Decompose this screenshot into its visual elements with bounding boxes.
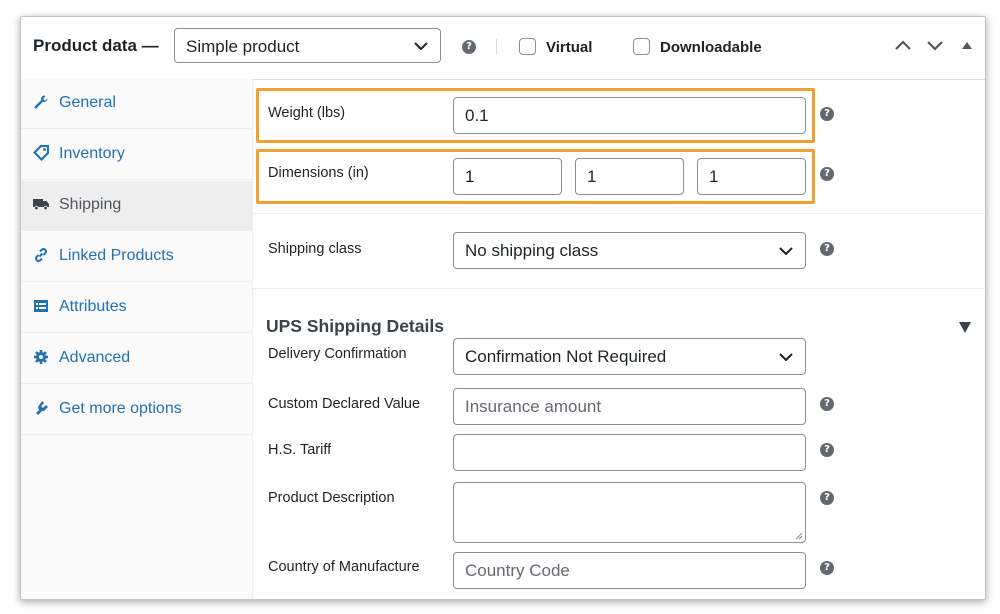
- declared-value-help-icon[interactable]: ?: [820, 397, 834, 411]
- shipping-panel: Weight (lbs) 0.1 ? Dimensions (in) 1 1 1…: [253, 79, 985, 599]
- height-value: 1: [709, 167, 719, 186]
- country-help-icon[interactable]: ?: [820, 561, 834, 575]
- link-icon: [35, 248, 47, 262]
- tab-get-more-options[interactable]: Get more options: [21, 385, 252, 435]
- virtual-label: Virtual: [546, 39, 593, 56]
- hs-tariff-help-icon[interactable]: ?: [820, 443, 834, 457]
- plugin-icon: [36, 401, 48, 415]
- header-divider: [496, 39, 497, 55]
- tab-attributes-label: Attributes: [59, 298, 127, 315]
- declared-value-placeholder: Insurance amount: [465, 397, 602, 416]
- tab-inventory-label: Inventory: [59, 145, 125, 162]
- gear-icon: [34, 350, 48, 364]
- move-up-icon[interactable]: [894, 39, 912, 51]
- product-description-label: Product Description: [268, 490, 395, 506]
- row-divider: [253, 288, 985, 289]
- tab-linked-products-label: Linked Products: [59, 247, 174, 264]
- delivery-confirmation-select[interactable]: Confirmation Not Required: [453, 338, 806, 375]
- weight-label: Weight (lbs): [268, 105, 346, 121]
- product-description-help-icon[interactable]: ?: [820, 491, 834, 505]
- panel-title: Product data —: [33, 36, 159, 55]
- weight-value: 0.1: [465, 106, 489, 125]
- product-data-panel: Product data — Simple product ? Virtual …: [20, 16, 986, 600]
- length-input[interactable]: 1: [453, 158, 562, 195]
- section-toggle-icon[interactable]: [959, 322, 971, 333]
- shipping-class-label: Shipping class: [268, 241, 362, 257]
- hs-tariff-label: H.S. Tariff: [268, 442, 332, 458]
- product-data-tabs: General Inventory Shipping Linked Produc…: [21, 79, 253, 599]
- ups-section-title: UPS Shipping Details: [266, 316, 444, 336]
- tag-icon: [33, 145, 49, 161]
- downloadable-label: Downloadable: [660, 39, 762, 56]
- product-description-textarea[interactable]: [453, 482, 806, 543]
- length-value: 1: [465, 167, 475, 186]
- product-type-value: Simple product: [186, 37, 300, 56]
- product-data-header: Product data — Simple product ? Virtual …: [21, 17, 985, 80]
- dimensions-help-icon[interactable]: ?: [820, 167, 834, 181]
- width-input[interactable]: 1: [575, 158, 684, 195]
- delivery-confirmation-value: Confirmation Not Required: [465, 347, 667, 366]
- help-icon[interactable]: ?: [462, 40, 476, 54]
- tab-shipping-label: Shipping: [59, 196, 122, 213]
- weight-help-icon[interactable]: ?: [820, 107, 834, 121]
- shipping-class-help-icon[interactable]: ?: [820, 242, 834, 256]
- shipping-class-value: No shipping class: [465, 241, 599, 260]
- country-code-input[interactable]: Country Code: [453, 552, 806, 589]
- tab-shipping[interactable]: Shipping: [21, 181, 252, 231]
- row-divider: [253, 213, 985, 214]
- move-down-icon[interactable]: [926, 39, 944, 51]
- downloadable-checkbox[interactable]: [633, 38, 650, 55]
- country-of-manufacture-label: Country of Manufacture: [268, 559, 420, 575]
- tab-advanced[interactable]: Advanced: [21, 334, 252, 384]
- chevron-down-icon: [779, 247, 793, 255]
- truck-icon: [33, 199, 49, 211]
- tab-advanced-label: Advanced: [59, 349, 131, 366]
- chevron-down-icon: [779, 353, 793, 361]
- list-icon: [34, 300, 48, 312]
- chevron-down-icon: [414, 42, 428, 50]
- wrench-icon: [34, 95, 48, 109]
- delivery-confirmation-label: Delivery Confirmation: [268, 346, 407, 362]
- declared-value-input[interactable]: Insurance amount: [453, 388, 806, 425]
- tab-get-more-options-label: Get more options: [59, 400, 182, 417]
- tab-general[interactable]: General: [21, 79, 252, 129]
- hs-tariff-input[interactable]: [453, 434, 806, 471]
- dimensions-label: Dimensions (in): [268, 165, 369, 181]
- weight-input[interactable]: 0.1: [453, 97, 806, 134]
- shipping-class-select[interactable]: No shipping class: [453, 232, 806, 269]
- width-value: 1: [587, 167, 597, 186]
- declared-value-label: Custom Declared Value: [268, 396, 421, 412]
- tab-linked-products[interactable]: Linked Products: [21, 232, 252, 282]
- tab-attributes[interactable]: Attributes: [21, 283, 252, 333]
- product-type-select[interactable]: Simple product: [174, 28, 441, 63]
- height-input[interactable]: 1: [697, 158, 806, 195]
- country-code-placeholder: Country Code: [465, 561, 570, 580]
- virtual-checkbox[interactable]: [519, 38, 536, 55]
- tab-general-label: General: [59, 94, 116, 111]
- resize-handle-icon[interactable]: [795, 532, 803, 540]
- tab-inventory[interactable]: Inventory: [21, 130, 252, 180]
- collapse-toggle-icon[interactable]: [961, 41, 973, 50]
